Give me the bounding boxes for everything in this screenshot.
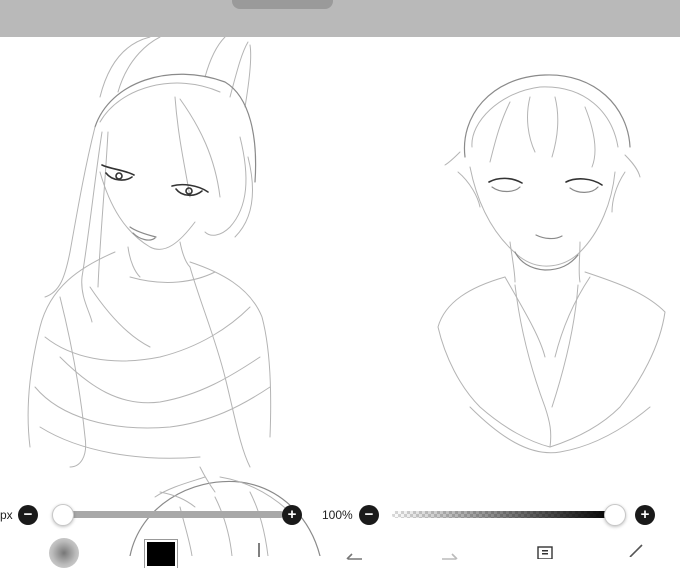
size-decrease-button[interactable]: − — [18, 505, 38, 525]
transform-icon[interactable] — [256, 542, 270, 560]
opacity-slider-thumb[interactable] — [604, 504, 626, 526]
redo-icon[interactable] — [440, 546, 462, 564]
left-figure-sketch — [27, 37, 272, 468]
opacity-decrease-button[interactable]: − — [359, 505, 379, 525]
opacity-slider[interactable] — [392, 511, 614, 518]
top-bar — [0, 0, 680, 37]
bottom-toolbar — [0, 532, 680, 568]
undo-icon[interactable] — [342, 546, 364, 564]
sketch-artwork — [27, 37, 666, 556]
brush-size-value: px — [0, 508, 13, 522]
drawing-canvas[interactable] — [0, 37, 680, 556]
opacity-value: 100% — [322, 508, 353, 522]
color-swatch[interactable] — [145, 540, 177, 568]
brush-size-slider-thumb[interactable] — [52, 504, 74, 526]
brush-settings-bar: px − + 100% − + — [0, 500, 680, 530]
close-icon[interactable] — [628, 542, 644, 560]
size-increase-button[interactable]: + — [282, 505, 302, 525]
right-figure-sketch — [437, 74, 666, 454]
brush-size-slider[interactable] — [62, 511, 284, 518]
opacity-increase-button[interactable]: + — [635, 505, 655, 525]
top-panel-handle[interactable] — [232, 0, 333, 9]
brush-preview-icon[interactable] — [49, 538, 79, 568]
layers-icon[interactable] — [537, 544, 557, 562]
